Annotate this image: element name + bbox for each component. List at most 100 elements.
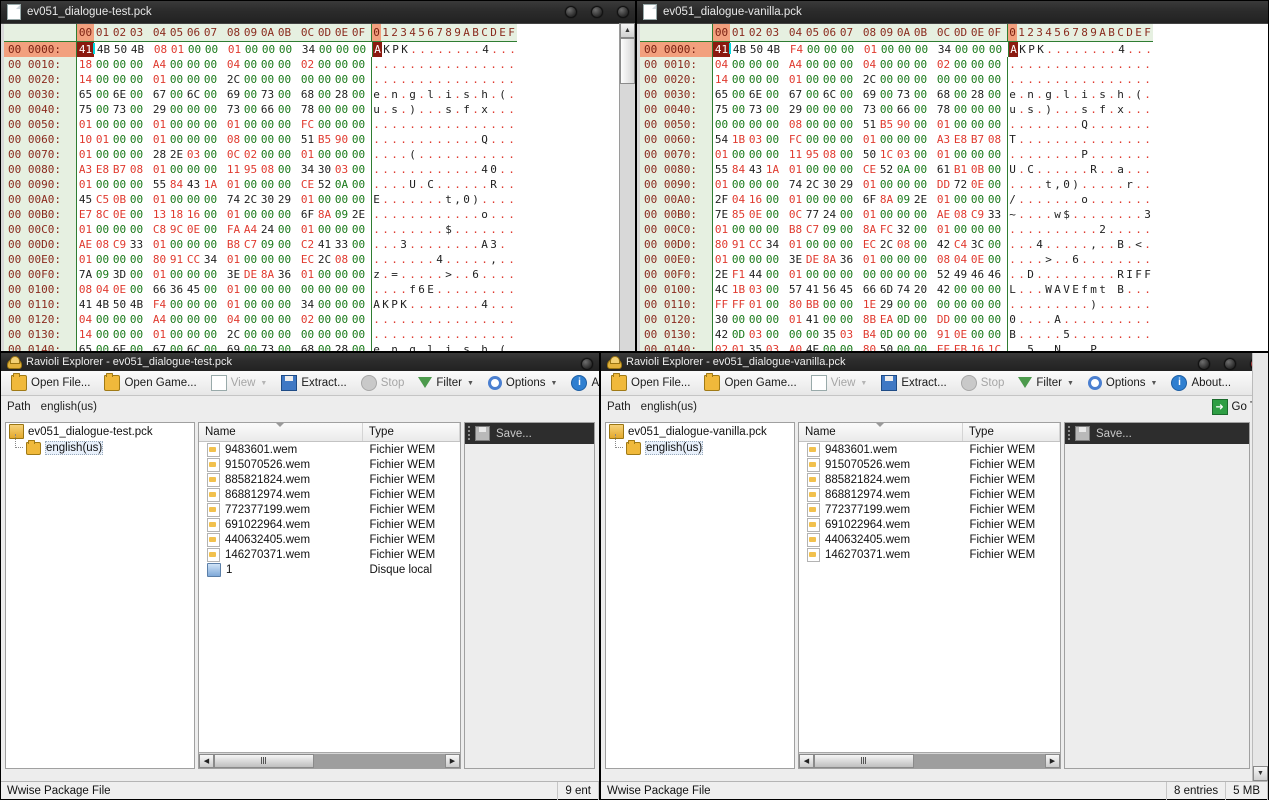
hex-byte[interactable]: 73 <box>111 102 128 117</box>
hex-byte[interactable]: 00 <box>838 132 855 147</box>
ascii-char[interactable]: . <box>471 237 480 252</box>
hex-byte[interactable]: 10 <box>77 132 94 147</box>
hex-byte[interactable]: 00 <box>276 87 293 102</box>
ascii-char[interactable]: . <box>1053 237 1062 252</box>
ascii-char[interactable]: . <box>1017 297 1026 312</box>
hex-row[interactable]: 00 0070: 01 00 00 00 28 2E 03 00 0C 02 00 00 01 00 00 00… <box>4 147 517 162</box>
tree-node[interactable]: english(us) <box>6 434 194 456</box>
ascii-char[interactable]: . <box>480 72 489 87</box>
ascii-char[interactable]: K <box>1018 42 1027 57</box>
ascii-char[interactable]: . <box>1053 132 1062 147</box>
hex-byte[interactable]: 00 <box>730 57 747 72</box>
hex-byte[interactable]: 9C <box>168 222 185 237</box>
hex-byte[interactable]: 1C <box>878 147 895 162</box>
ascii-char[interactable]: . <box>426 207 435 222</box>
ascii-char[interactable]: m <box>1089 282 1098 297</box>
ascii-char[interactable]: ) <box>1071 177 1080 192</box>
hex-byte[interactable]: 43 <box>185 177 202 192</box>
ascii-char[interactable]: . <box>498 297 507 312</box>
ascii-char[interactable]: . <box>453 72 462 87</box>
hex-byte[interactable]: 00 <box>334 42 351 57</box>
column-header-name[interactable]: Name <box>199 423 363 441</box>
hex-byte[interactable]: 00 <box>912 102 929 117</box>
file-list-horizontal-scrollbar[interactable]: ◀ ▶ <box>799 752 1060 768</box>
ascii-char[interactable]: . <box>1053 147 1062 162</box>
ascii-char[interactable]: . <box>1107 72 1116 87</box>
ascii-char[interactable]: . <box>462 312 471 327</box>
hex-byte[interactable]: 00 <box>838 87 855 102</box>
hex-byte[interactable]: 51 <box>861 117 878 132</box>
ascii-char[interactable]: . <box>453 237 462 252</box>
ascii-char[interactable]: . <box>417 222 426 237</box>
ascii-char[interactable]: . <box>462 117 471 132</box>
ascii-char[interactable]: . <box>1044 312 1053 327</box>
hex-byte[interactable]: 46 <box>986 267 1003 282</box>
ascii-char[interactable]: . <box>507 147 516 162</box>
hex-byte[interactable]: 00 <box>316 72 333 87</box>
hex-byte[interactable]: 00 <box>202 237 219 252</box>
hex-byte[interactable]: 00 <box>878 207 895 222</box>
hex-byte[interactable]: 00 <box>185 312 202 327</box>
hex-byte[interactable]: 2C <box>242 192 259 207</box>
hex-byte[interactable]: 0A <box>333 177 350 192</box>
hex-byte[interactable]: 00 <box>128 147 145 162</box>
hex-byte[interactable]: B4 <box>861 327 878 342</box>
hex-byte[interactable]: 41 <box>804 312 821 327</box>
hex-byte[interactable]: 00 <box>350 312 367 327</box>
hex-byte[interactable]: 00 <box>259 297 276 312</box>
ascii-char[interactable]: . <box>507 267 516 282</box>
hex-byte[interactable]: 67 <box>151 342 168 351</box>
ascii-char[interactable]: K <box>399 297 408 312</box>
hex-byte[interactable]: 02 <box>299 57 316 72</box>
hex-byte[interactable]: 00 <box>350 252 367 267</box>
ascii-char[interactable]: . <box>1116 117 1125 132</box>
ascii-char[interactable]: . <box>1125 132 1134 147</box>
ascii-char[interactable]: . <box>1008 237 1017 252</box>
ascii-char[interactable]: . <box>1071 162 1080 177</box>
ascii-char[interactable]: . <box>1035 342 1044 351</box>
ascii-char[interactable]: A <box>1053 312 1062 327</box>
ascii-char[interactable]: . <box>1062 312 1071 327</box>
ascii-char[interactable]: . <box>381 312 390 327</box>
hex-byte[interactable]: 00 <box>203 42 220 57</box>
ascii-char[interactable]: . <box>408 312 417 327</box>
hex-byte[interactable]: 00 <box>316 147 333 162</box>
hex-byte[interactable]: 51 <box>299 132 316 147</box>
toolbar-button-options[interactable]: Options ▼ <box>1082 373 1164 393</box>
hex-byte[interactable]: 00 <box>202 102 219 117</box>
hex-byte[interactable]: 00 <box>952 147 969 162</box>
ascii-char[interactable]: 2 <box>1098 222 1107 237</box>
hex-byte[interactable]: 01 <box>861 132 878 147</box>
hex-byte[interactable]: 91 <box>730 237 747 252</box>
hex-byte[interactable]: 65 <box>77 87 94 102</box>
ascii-char[interactable]: D <box>1026 267 1035 282</box>
hex-byte[interactable]: 00 <box>952 192 969 207</box>
ascii-char[interactable]: . <box>471 222 480 237</box>
ascii-char[interactable]: l <box>426 87 435 102</box>
ascii-char[interactable]: $ <box>1062 207 1071 222</box>
ascii-char[interactable]: . <box>417 87 426 102</box>
hex-byte[interactable]: 11 <box>787 147 804 162</box>
hex-row[interactable]: 00 00A0: 45 C5 0B 00 01 00 00 00 74 2C 30 29 01 00 00 00… <box>4 192 517 207</box>
hex-byte[interactable]: 73 <box>895 87 912 102</box>
ascii-char[interactable]: w <box>1053 207 1062 222</box>
ascii-char[interactable]: . <box>1008 222 1017 237</box>
ascii-char[interactable]: . <box>1053 267 1062 282</box>
hex-byte[interactable]: C2 <box>299 237 316 252</box>
hex-byte[interactable]: FF <box>730 297 747 312</box>
hex-byte[interactable]: 00 <box>986 327 1003 342</box>
ascii-char[interactable]: . <box>1017 117 1026 132</box>
minimize-button[interactable] <box>1198 358 1210 370</box>
hex-byte[interactable]: 00 <box>351 42 368 57</box>
ascii-char[interactable]: . <box>1071 102 1080 117</box>
hex-byte[interactable]: 00 <box>242 342 259 351</box>
ascii-char[interactable]: . <box>1098 192 1107 207</box>
hex-row[interactable]: 00 0090: 01 00 00 00 55 84 43 1A 01 00 00 00 CE 52 0A 00… <box>4 177 517 192</box>
ascii-char[interactable]: . <box>462 237 471 252</box>
ascii-char[interactable]: . <box>462 282 471 297</box>
hex-byte[interactable]: 00 <box>94 117 111 132</box>
hex-byte[interactable]: 30 <box>821 177 838 192</box>
hex-byte[interactable]: 00 <box>747 252 764 267</box>
ascii-char[interactable]: . <box>1062 72 1071 87</box>
file-list-rows[interactable]: 9483601.wem Fichier WEM 915070526.wem Fichi… <box>799 442 1060 752</box>
